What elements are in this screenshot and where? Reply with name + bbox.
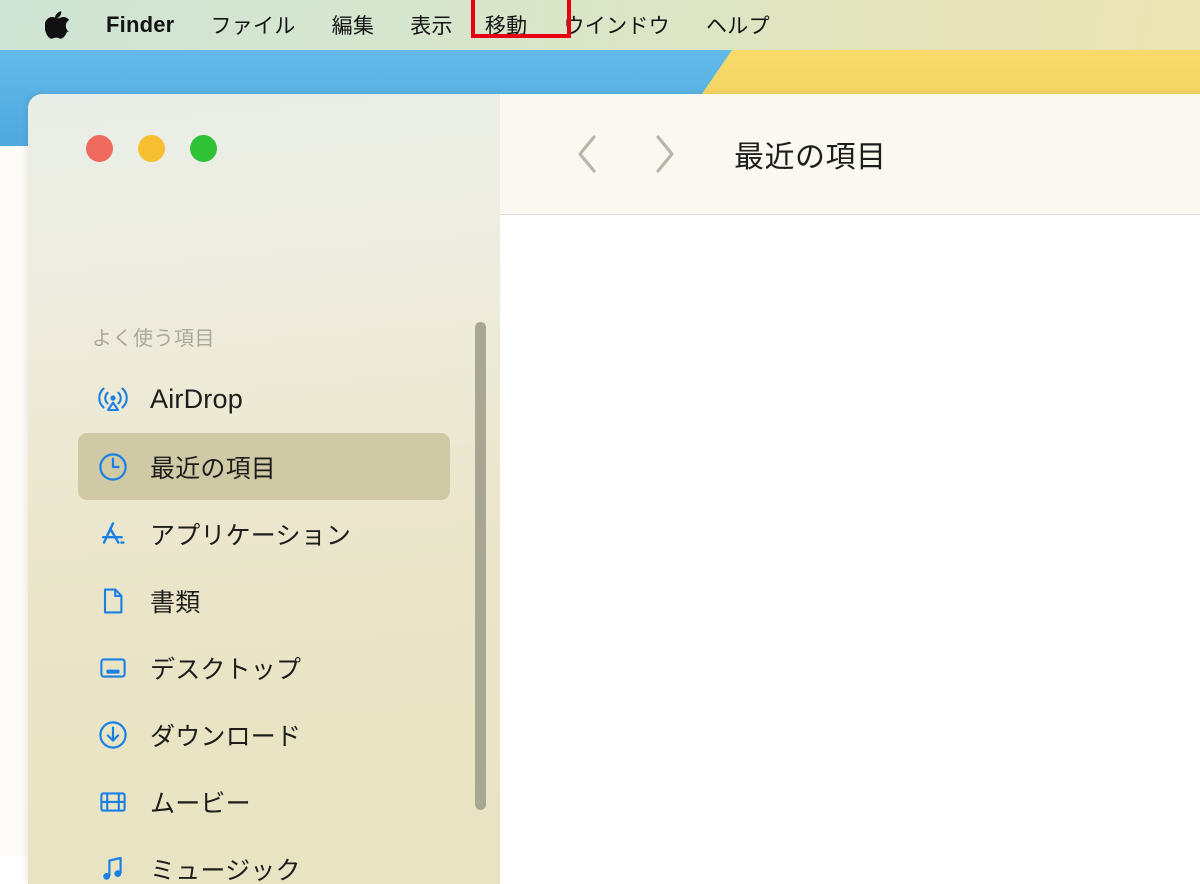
window-controls (86, 135, 217, 162)
sidebar-item-label: AirDrop (150, 384, 243, 415)
menu-item-jp-3[interactable]: 表示 (410, 6, 453, 44)
menu-item-finder[interactable]: Finder (106, 8, 174, 42)
finder-content-pane: 最近の項目 (500, 94, 1200, 884)
sidebar-item-label: アプリケーション (150, 516, 351, 552)
menu-item-go[interactable]: 移動 (485, 6, 528, 44)
clock-icon (96, 450, 130, 484)
sidebar-item-clock[interactable]: 最近の項目 (78, 433, 450, 500)
finder-window: よく使う項目 AirDrop 最近の項目 アプリケーション 書類 (28, 94, 1200, 884)
sidebar-item-download[interactable]: ダウンロード (78, 701, 450, 768)
sidebar-item-movie[interactable]: ムービー (78, 768, 450, 835)
movie-icon (96, 785, 130, 819)
menu-item-jp-1[interactable]: ファイル (210, 6, 295, 44)
finder-sidebar: よく使う項目 AirDrop 最近の項目 アプリケーション 書類 (28, 94, 500, 884)
menu-item-jp-6[interactable]: ヘルプ (706, 6, 770, 44)
menu-item-go-wrapper: 移動 (485, 6, 528, 44)
finder-toolbar: 最近の項目 (500, 94, 1200, 215)
minimize-button[interactable] (138, 135, 165, 162)
sidebar-item-applications[interactable]: アプリケーション (78, 500, 450, 567)
back-button[interactable] (566, 133, 608, 175)
sidebar-item-airdrop[interactable]: AirDrop (78, 366, 450, 433)
forward-button[interactable] (644, 133, 686, 175)
download-icon (96, 718, 130, 752)
sidebar-item-music[interactable]: ミュージック (78, 835, 450, 884)
airdrop-icon (96, 383, 130, 417)
sidebar-item-label: デスクトップ (150, 650, 301, 686)
document-icon (96, 584, 130, 618)
zoom-button[interactable] (190, 135, 217, 162)
music-icon (96, 852, 130, 884)
close-button[interactable] (86, 135, 113, 162)
sidebar-item-label: ダウンロード (150, 717, 301, 753)
sidebar-scrollbar[interactable] (475, 322, 486, 810)
sidebar-item-label: 最近の項目 (150, 449, 276, 485)
file-list-area (500, 215, 1200, 884)
applications-icon (96, 517, 130, 551)
apple-logo-icon[interactable] (44, 10, 70, 40)
desktop-icon (96, 651, 130, 685)
sidebar-item-label: ムービー (150, 784, 251, 820)
menu-bar: Finder ファイル編集表示移動ウインドウヘルプ (0, 0, 1200, 50)
page-title: 最近の項目 (734, 132, 887, 176)
sidebar-item-desktop[interactable]: デスクトップ (78, 634, 450, 701)
sidebar-item-document[interactable]: 書類 (78, 567, 450, 634)
menu-item-jp-5[interactable]: ウインドウ (563, 6, 670, 44)
chevron-right-icon (652, 133, 678, 175)
menu-items: Finder ファイル編集表示移動ウインドウヘルプ (70, 6, 770, 44)
sidebar-section-header: よく使う項目 (92, 322, 215, 351)
sidebar-item-list: AirDrop 最近の項目 アプリケーション 書類 デスクトップ ダウンロード (28, 366, 500, 884)
menu-item-jp-2[interactable]: 編集 (332, 6, 375, 44)
chevron-left-icon (574, 133, 600, 175)
sidebar-item-label: 書類 (150, 583, 200, 619)
